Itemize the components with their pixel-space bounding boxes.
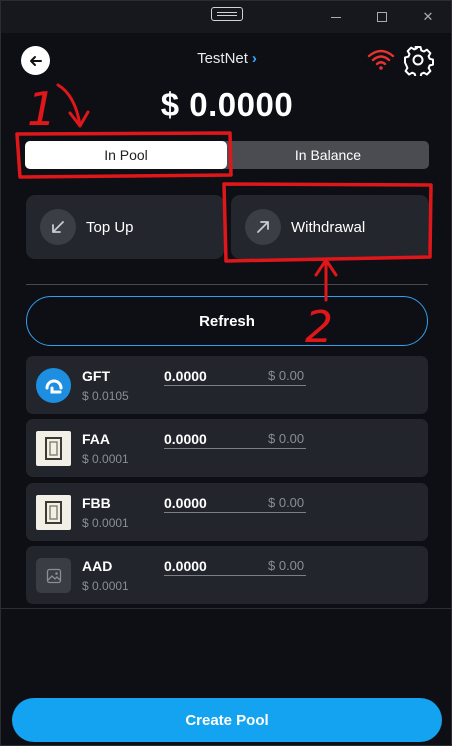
network-name: TestNet [197,50,248,67]
title-bar: ✕ [1,1,451,33]
token-symbol: FAA [82,431,110,447]
token-amount: 0.0000 [164,431,207,447]
underline [164,512,306,513]
token-amount: 0.0000 [164,558,207,574]
token-usd-value: $ 0.00 [268,558,305,573]
underline [164,385,306,386]
image-placeholder-icon [36,558,71,593]
underline [164,448,306,449]
withdrawal-button[interactable]: Withdrawal [231,195,429,259]
token-usd-value: $ 0.00 [268,495,305,510]
token-symbol: GFT [82,368,110,384]
create-pool-button[interactable]: Create Pool [12,698,442,742]
token-row-fbb[interactable]: FBB $ 0.0001 0.0000 $ 0.00 [26,483,428,541]
token-symbol: AAD [82,558,113,574]
withdrawal-label: Withdrawal [291,218,366,236]
tab-in-pool[interactable]: In Pool [25,141,227,169]
top-up-button[interactable]: Top Up [26,195,224,259]
arrow-down-left-icon [40,209,76,245]
token-amount: 0.0000 [164,368,207,384]
minimize-button[interactable] [313,1,359,33]
tab-switcher: In Pool In Balance [25,141,429,169]
token-row-gft[interactable]: GFT $ 0.0105 0.0000 $ 0.00 [26,356,428,414]
close-button[interactable]: ✕ [405,1,451,33]
footer-divider [1,608,452,609]
token-symbol: FBB [82,495,111,511]
top-up-label: Top Up [86,218,134,236]
token-usd-value: $ 0.00 [268,368,305,383]
arrow-up-right-icon [245,209,281,245]
underline [164,575,306,576]
token-price: $ 0.0001 [82,452,129,466]
divider [26,284,428,285]
token-price: $ 0.0001 [82,579,129,593]
wifi-icon[interactable] [367,47,395,71]
tab-in-balance[interactable]: In Balance [227,141,429,169]
app-window: ✕ TestNet › $ 0.0000 In Pool In Balance T… [0,0,452,746]
token-row-faa[interactable]: FAA $ 0.0001 0.0000 $ 0.00 [26,419,428,477]
gft-logo-icon [36,368,71,403]
drag-handle-icon[interactable] [211,7,243,21]
token-image-icon [36,431,71,466]
total-balance: $ 0.0000 [160,86,294,123]
token-price: $ 0.0001 [82,516,129,530]
maximize-button[interactable] [359,1,405,33]
token-amount: 0.0000 [164,495,207,511]
refresh-button[interactable]: Refresh [26,296,428,346]
token-row-aad[interactable]: AAD $ 0.0001 0.0000 $ 0.00 [26,546,428,604]
gear-icon[interactable] [402,44,434,76]
token-price: $ 0.0105 [82,389,129,403]
token-usd-value: $ 0.00 [268,431,305,446]
chevron-right-icon: › [251,50,257,67]
token-image-icon [36,495,71,530]
